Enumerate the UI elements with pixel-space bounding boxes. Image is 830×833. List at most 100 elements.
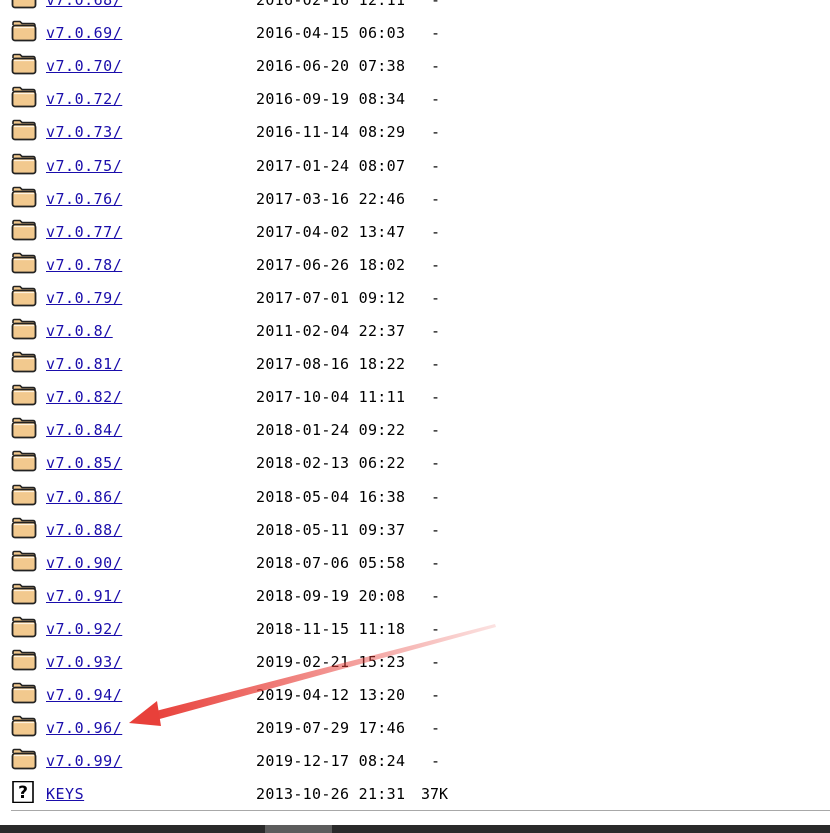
entry-link[interactable]: v7.0.93/: [46, 653, 122, 671]
entry-link[interactable]: v7.0.78/: [46, 256, 122, 274]
file-size: -: [431, 24, 441, 43]
entry-link[interactable]: v7.0.8/: [46, 322, 113, 340]
entry-link[interactable]: v7.0.96/: [46, 719, 122, 737]
table-row: v7.0.69/2016-04-15 06:03 -: [0, 16, 830, 49]
entry-link[interactable]: v7.0.70/: [46, 57, 122, 75]
folder-icon[interactable]: [11, 384, 37, 406]
file-size: -: [431, 686, 441, 705]
file-size: -: [431, 388, 441, 407]
entry-link[interactable]: v7.0.77/: [46, 223, 122, 241]
folder-icon[interactable]: [11, 53, 37, 75]
last-modified: 2017-03-16 22:46: [256, 189, 406, 208]
entry-link[interactable]: v7.0.92/: [46, 620, 122, 638]
table-row: v7.0.91/2018-09-19 20:08 -: [0, 579, 830, 612]
table-row: v7.0.68/2016-02-16 12:11 -: [0, 0, 830, 16]
table-row: v7.0.8/2011-02-04 22:37 -: [0, 314, 830, 347]
entry-link[interactable]: v7.0.72/: [46, 90, 122, 108]
table-row: v7.0.90/2018-07-06 05:58 -: [0, 546, 830, 579]
file-size: -: [431, 421, 441, 440]
folder-icon[interactable]: [11, 450, 37, 472]
folder-icon[interactable]: [11, 119, 37, 141]
file-size: -: [431, 156, 441, 175]
file-size: -: [431, 189, 441, 208]
entry-link[interactable]: v7.0.99/: [46, 752, 122, 770]
unknown-file-icon[interactable]: ?: [11, 781, 37, 804]
table-row: v7.0.77/2017-04-02 13:47 -: [0, 215, 830, 248]
entry-link[interactable]: v7.0.82/: [46, 388, 122, 406]
entry-link[interactable]: v7.0.88/: [46, 521, 122, 539]
table-row: v7.0.82/2017-10-04 11:11 -: [0, 380, 830, 413]
folder-icon[interactable]: [11, 186, 37, 208]
last-modified: 2017-10-04 11:11: [256, 388, 406, 407]
folder-icon[interactable]: [11, 20, 37, 42]
entry-link[interactable]: v7.0.73/: [46, 123, 122, 141]
last-modified: 2019-02-21 15:23: [256, 653, 406, 671]
file-size: -: [431, 487, 441, 506]
last-modified: 2017-06-26 18:02: [256, 255, 406, 274]
file-size: 37K: [421, 785, 449, 804]
last-modified: 2016-04-15 06:03: [256, 24, 406, 43]
table-row: v7.0.73/2016-11-14 08:29 -: [0, 115, 830, 148]
folder-icon[interactable]: [11, 318, 37, 340]
folder-icon[interactable]: [11, 252, 37, 274]
table-row: v7.0.75/2017-01-24 08:07 -: [0, 149, 830, 182]
folder-icon[interactable]: [11, 616, 37, 638]
table-row: v7.0.96/2019-07-29 17:46 -: [0, 711, 830, 744]
entry-link[interactable]: v7.0.85/: [46, 454, 122, 472]
folder-icon[interactable]: [11, 583, 37, 605]
entry-link[interactable]: v7.0.86/: [46, 488, 122, 506]
folder-icon[interactable]: [11, 417, 37, 439]
entry-link[interactable]: v7.0.84/: [46, 421, 122, 439]
last-modified: 2019-12-17 08:24: [256, 752, 406, 771]
folder-icon[interactable]: [11, 0, 37, 9]
table-row: v7.0.94/2019-04-12 13:20 -: [0, 678, 830, 711]
table-row: v7.0.84/2018-01-24 09:22 -: [0, 413, 830, 446]
table-row: v7.0.99/2019-12-17 08:24 -: [0, 744, 830, 777]
folder-icon[interactable]: [11, 86, 37, 108]
table-row: v7.0.92/2018-11-15 11:18 -: [0, 612, 830, 645]
file-size: -: [431, 553, 441, 572]
folder-icon[interactable]: [11, 219, 37, 241]
entry-link[interactable]: v7.0.79/: [46, 289, 122, 307]
bottom-scrollbar[interactable]: [0, 825, 830, 833]
last-modified: 2019-04-12 13:20: [256, 686, 406, 705]
entry-link[interactable]: v7.0.90/: [46, 554, 122, 572]
table-row: v7.0.85/2018-02-13 06:22 -: [0, 446, 830, 479]
table-row: v7.0.78/2017-06-26 18:02 -: [0, 248, 830, 281]
folder-icon[interactable]: [11, 649, 37, 671]
last-modified: 2016-09-19 08:34: [256, 90, 406, 109]
scrollbar-thumb[interactable]: [265, 825, 332, 833]
folder-icon[interactable]: [11, 351, 37, 373]
folder-icon[interactable]: [11, 484, 37, 506]
entry-link[interactable]: v7.0.69/: [46, 24, 122, 42]
folder-icon[interactable]: [11, 715, 37, 737]
last-modified: 2017-04-02 13:47: [256, 222, 406, 241]
file-size: -: [431, 90, 441, 109]
folder-icon[interactable]: [11, 682, 37, 704]
last-modified: 2019-07-29 17:46: [256, 719, 406, 738]
folder-icon[interactable]: [11, 748, 37, 770]
last-modified: 2018-01-24 09:22: [256, 421, 406, 440]
listing-divider: [11, 810, 830, 811]
file-size: -: [431, 520, 441, 539]
entry-link[interactable]: v7.0.91/: [46, 587, 122, 605]
file-size: -: [431, 454, 441, 473]
entry-link[interactable]: v7.0.81/: [46, 355, 122, 373]
entry-link[interactable]: KEYS: [46, 785, 84, 803]
file-size: -: [431, 586, 441, 605]
file-size: -: [431, 322, 441, 340]
folder-icon[interactable]: [11, 517, 37, 539]
folder-icon[interactable]: [11, 285, 37, 307]
last-modified: 2016-11-14 08:29: [256, 123, 406, 142]
folder-icon[interactable]: [11, 153, 37, 175]
file-size: -: [431, 355, 441, 374]
table-row: v7.0.70/2016-06-20 07:38 -: [0, 49, 830, 82]
entry-link[interactable]: v7.0.68/: [46, 0, 122, 9]
entry-link[interactable]: v7.0.75/: [46, 157, 122, 175]
file-size: -: [431, 123, 441, 142]
entry-link[interactable]: v7.0.94/: [46, 686, 122, 704]
last-modified: 2016-06-20 07:38: [256, 57, 406, 76]
last-modified: 2018-05-11 09:37: [256, 520, 406, 539]
entry-link[interactable]: v7.0.76/: [46, 190, 122, 208]
folder-icon[interactable]: [11, 550, 37, 572]
